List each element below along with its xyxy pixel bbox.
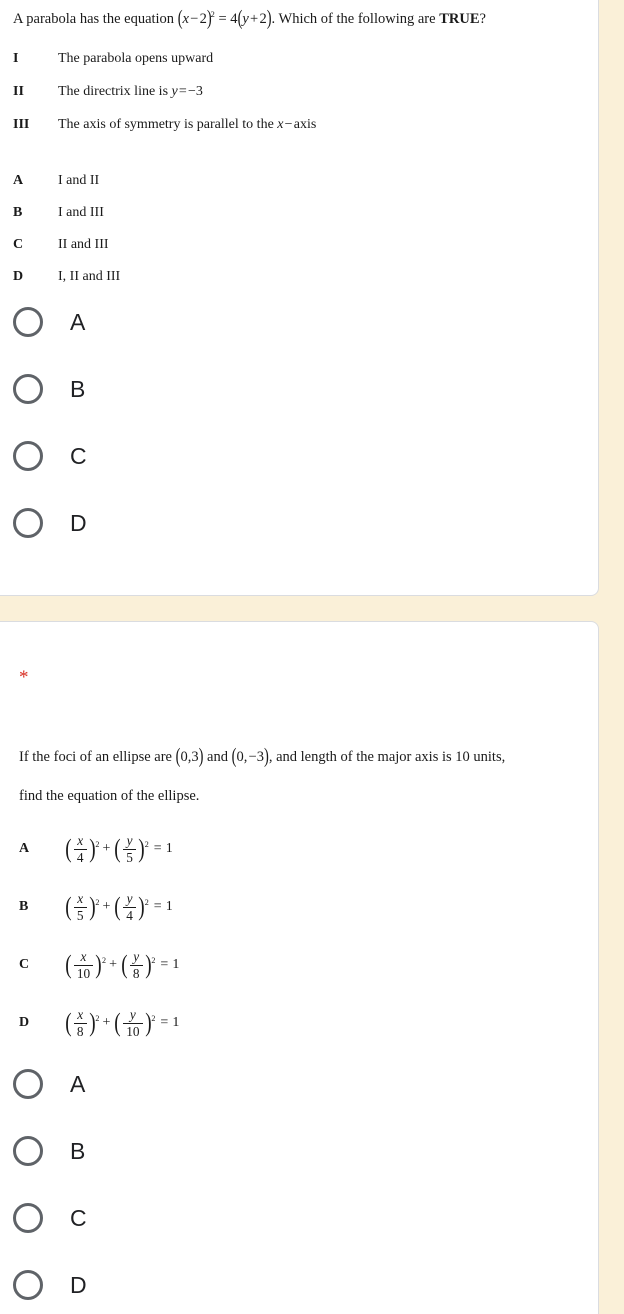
choice-row: D (x 8) 2 + (y 10) 2 = 1	[19, 1008, 179, 1038]
choice-letter: A	[13, 173, 24, 188]
radio-circle-icon[interactable]	[13, 1136, 43, 1166]
choice-letter: D	[13, 269, 24, 284]
radio-option-a[interactable]: A	[13, 1065, 85, 1103]
question-1-stem: A parabola has the equation (x − 2) 2 = 4…	[13, 7, 486, 31]
question-1-statements: I The parabola opens upward II The direc…	[13, 51, 316, 133]
radio-circle-icon[interactable]	[13, 1203, 43, 1233]
statement-row: II The directrix line is y = −3	[13, 84, 316, 100]
radio-option-b[interactable]: B	[13, 1132, 85, 1170]
statement-row: I The parabola opens upward	[13, 51, 316, 67]
y-denominator: 4	[123, 906, 136, 922]
radio-circle-icon[interactable]	[13, 441, 43, 471]
radio-option-c[interactable]: C	[13, 437, 87, 475]
question-card-2: * If the foci of an ellipse are (0,3) an…	[0, 621, 599, 1314]
radio-option-d[interactable]: D	[13, 1266, 87, 1304]
radio-circle-icon[interactable]	[13, 307, 43, 337]
x-denominator: 4	[73, 848, 87, 864]
question-1-choices: A I and II B I and III C II and III D I,…	[13, 173, 120, 285]
choice-row: C II and III	[13, 237, 120, 253]
choice-row: A (x 4) 2 + (y 5) 2 = 1	[19, 834, 179, 864]
radio-option-c[interactable]: C	[13, 1199, 87, 1237]
statement-numeral: III	[13, 117, 30, 132]
x-denominator: 10	[73, 964, 94, 980]
radio-circle-icon[interactable]	[13, 1270, 43, 1300]
radio-label: A	[70, 1070, 86, 1097]
choice-row: C (x 10) 2 + (y 8) 2 = 1	[19, 950, 179, 980]
choice-letter: B	[13, 205, 23, 220]
question-2-choices: A (x 4) 2 + (y 5) 2 = 1 B (x 5) 2 + (y 4) 2 = 1	[19, 834, 179, 1038]
radio-option-b[interactable]: B	[13, 370, 85, 408]
statement-row: III The axis of symmetry is parallel to …	[13, 117, 316, 133]
choice-letter: D	[19, 1015, 30, 1030]
choice-letter: A	[19, 841, 30, 856]
equation-rhs: 1	[172, 1015, 180, 1030]
choice-text: I and II	[58, 173, 100, 188]
y-denominator: 10	[123, 1022, 143, 1038]
choice-text: II and III	[58, 237, 109, 252]
statement-text: The directrix line is y = −3	[58, 84, 203, 99]
choice-row: B I and III	[13, 205, 120, 221]
radio-circle-icon[interactable]	[13, 1069, 43, 1099]
y-denominator: 5	[123, 848, 136, 864]
radio-label: D	[70, 509, 87, 536]
statement-numeral: I	[13, 51, 19, 66]
choice-row: B (x 5) 2 + (y 4) 2 = 1	[19, 892, 179, 922]
radio-option-a[interactable]: A	[13, 303, 85, 341]
stem-equation: (x − 2) 2 = 4(y + 2)	[177, 7, 272, 31]
stem-line-1: If the foci of an ellipse are (0,3) and …	[19, 745, 506, 769]
statement-numeral: II	[13, 84, 24, 99]
choice-letter: C	[13, 237, 24, 252]
radio-label: A	[70, 308, 86, 335]
choice-text: I, II and III	[58, 269, 121, 284]
required-asterisk: *	[19, 667, 29, 688]
radio-label: D	[70, 1271, 87, 1298]
choice-letter: C	[19, 957, 30, 972]
question-2-stem: If the foci of an ellipse are (0,3) and …	[19, 745, 506, 804]
choice-equation: (x 8) 2 + (y 10) 2 = 1	[65, 1007, 180, 1039]
radio-label: B	[70, 1137, 86, 1164]
statement-text: The axis of symmetry is parallel to the …	[58, 117, 317, 132]
equation-rhs: 1	[165, 841, 173, 856]
stem-end: ?	[479, 11, 486, 27]
question-card-1: A parabola has the equation (x − 2) 2 = 4…	[0, 0, 599, 596]
choice-row: D I, II and III	[13, 269, 120, 285]
stem-line-2: find the equation of the ellipse.	[19, 787, 200, 804]
choice-equation: (x 5) 2 + (y 4) 2 = 1	[65, 891, 173, 923]
stem-suffix: . Which of the following are	[271, 11, 440, 27]
form-page: A parabola has the equation (x − 2) 2 = 4…	[0, 0, 624, 1314]
choice-letter: B	[19, 899, 29, 914]
x-denominator: 8	[73, 1022, 87, 1038]
equation-rhs: 1	[165, 899, 173, 914]
statement-text: The parabola opens upward	[58, 51, 214, 66]
radio-circle-icon[interactable]	[13, 374, 43, 404]
choice-row: A I and II	[13, 173, 120, 189]
x-denominator: 5	[73, 906, 87, 922]
choice-text: I and III	[58, 205, 104, 220]
radio-label: C	[70, 1204, 87, 1231]
stem-prefix: A parabola has the equation	[13, 11, 178, 27]
radio-label: C	[70, 442, 87, 469]
radio-circle-icon[interactable]	[13, 508, 43, 538]
radio-label: B	[70, 375, 86, 402]
equation-rhs: 1	[172, 957, 180, 972]
y-denominator: 8	[129, 964, 143, 980]
choice-equation: (x 10) 2 + (y 8) 2 = 1	[65, 949, 180, 981]
choice-equation: (x 4) 2 + (y 5) 2 = 1	[65, 833, 173, 865]
radio-option-d[interactable]: D	[13, 504, 87, 542]
stem-emphasis: TRUE	[439, 11, 480, 27]
